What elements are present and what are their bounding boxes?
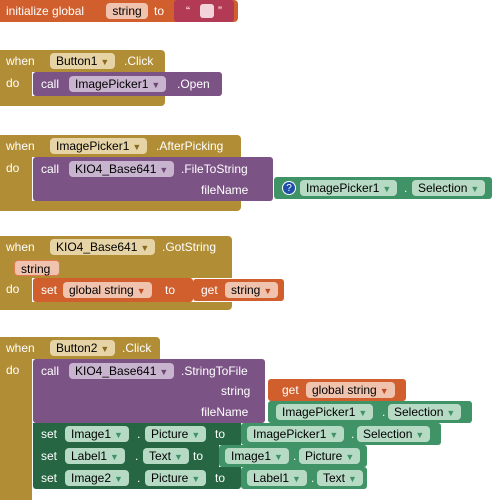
call-block[interactable]: call ImagePicker1 ▼ .Open (33, 72, 222, 96)
picker-selection-getter[interactable]: ? ImagePicker1 ▼ . Selection ▼ (274, 177, 492, 199)
do-label: do (6, 363, 20, 377)
dot-label: . (135, 449, 139, 463)
call-stringtofile-block[interactable]: call KIO4_Base641 ▼ .StringToFile string … (33, 359, 265, 423)
component-dropdown[interactable]: Button2 ▼ (50, 340, 116, 356)
when-label: when (6, 54, 35, 68)
dot-label: . (351, 427, 355, 441)
component-dropdown[interactable]: Image1 ▼ (225, 448, 289, 464)
text-input-field[interactable] (200, 4, 214, 18)
global-to-label: to (154, 4, 165, 18)
call-label: call (41, 364, 60, 378)
global-init-label: initialize global (6, 4, 85, 18)
to-label: to (215, 427, 226, 441)
when-label: when (6, 341, 35, 355)
close-quote: ” (218, 4, 222, 18)
to-label: to (193, 449, 204, 463)
param-filename-label: fileName (201, 405, 249, 419)
property-dropdown[interactable]: Selection ▼ (357, 426, 431, 442)
param-string-label: string (221, 384, 251, 398)
set-label: set (41, 471, 58, 485)
call-block[interactable]: call KIO4_Base641 ▼ .FileToString fileNam… (33, 157, 273, 201)
target-dropdown[interactable]: ImagePicker1 ▼ (69, 76, 167, 92)
property-dropdown[interactable]: Text ▼ (317, 470, 363, 486)
dot-label: . (293, 449, 297, 463)
set-image2-picture[interactable]: set Image2 ▼ . Picture ▼ to (33, 467, 241, 489)
event-button1-click[interactable]: when Button1 ▼ .Click do call ImagePicker… (0, 50, 222, 106)
variable-dropdown[interactable]: string ▼ (225, 282, 279, 298)
call-label: call (41, 162, 60, 176)
method-label: .Open (177, 77, 210, 91)
global-init-block[interactable]: initialize global string to “ ” (0, 0, 238, 22)
to-label: to (215, 471, 226, 485)
global-name-field[interactable]: string (106, 3, 148, 19)
variable-dropdown[interactable]: global string ▼ (63, 282, 152, 298)
property-dropdown[interactable]: Picture ▼ (299, 448, 361, 464)
component-dropdown[interactable]: Button1 ▼ (50, 53, 116, 69)
dot-label: . (382, 405, 386, 419)
component-dropdown[interactable]: ImagePicker1 ▼ (276, 404, 374, 420)
method-label: .FileToString (181, 162, 248, 176)
do-label: do (6, 161, 20, 175)
value-getter[interactable]: ImagePicker1 ▼ . Selection ▼ (241, 423, 441, 445)
when-label: when (6, 240, 35, 254)
when-label: when (6, 139, 35, 153)
call-label: call (41, 77, 60, 91)
value-getter[interactable]: Image1 ▼ . Picture ▼ (219, 445, 367, 467)
component-dropdown[interactable]: Label1 ▼ (65, 448, 125, 464)
target-dropdown[interactable]: KIO4_Base641 ▼ (69, 363, 175, 379)
empty-text-block[interactable]: “ ” (174, 0, 234, 22)
event-label: .Click (124, 54, 154, 68)
event-label: .AfterPicking (156, 139, 224, 153)
component-dropdown[interactable]: ImagePicker1 ▼ (50, 138, 148, 154)
component-dropdown[interactable]: Label1 ▼ (247, 470, 307, 486)
set-label: set (41, 449, 58, 463)
set-global-block[interactable]: set global string ▼ to (33, 278, 193, 302)
set-label: set (41, 427, 58, 441)
open-quote: “ (186, 4, 190, 18)
to-label: to (165, 283, 176, 297)
do-label: do (6, 76, 20, 90)
get-label: get (282, 383, 299, 397)
component-dropdown[interactable]: Image1 ▼ (65, 426, 129, 442)
event-label: .GotString (162, 240, 217, 254)
property-dropdown[interactable]: Picture ▼ (145, 426, 207, 442)
event-kio4-gotstring[interactable]: when KIO4_Base641 ▼ .GotString string do … (0, 236, 284, 310)
component-dropdown[interactable]: ImagePicker1 ▼ (300, 180, 398, 196)
property-dropdown[interactable]: Selection ▼ (388, 404, 462, 420)
property-dropdown[interactable]: Selection ▼ (412, 180, 486, 196)
property-dropdown[interactable]: Picture ▼ (145, 470, 207, 486)
picker-selection-getter[interactable]: ImagePicker1 ▼ . Selection ▼ (268, 401, 472, 423)
event-parameter[interactable]: string (14, 260, 60, 276)
get-label: get (201, 283, 218, 297)
set-label1-text[interactable]: set Label1 ▼ . Text ▼ to (33, 445, 219, 467)
value-getter[interactable]: Label1 ▼ . Text ▼ (241, 467, 367, 489)
component-dropdown[interactable]: KIO4_Base641 ▼ (50, 239, 156, 255)
get-variable-block[interactable]: get string ▼ (193, 279, 284, 301)
event-label: .Click (122, 341, 152, 355)
do-label: do (6, 282, 20, 296)
component-dropdown[interactable]: Image2 ▼ (65, 470, 129, 486)
get-global-string-block[interactable]: get global string ▼ (268, 379, 406, 401)
dot-label: . (311, 471, 315, 485)
target-dropdown[interactable]: KIO4_Base641 ▼ (69, 161, 175, 177)
set-image1-picture[interactable]: set Image1 ▼ . Picture ▼ to (33, 423, 241, 445)
dot-label: . (404, 181, 408, 195)
dot-label: . (137, 427, 141, 441)
set-label: set (41, 283, 58, 297)
method-label: .StringToFile (181, 364, 248, 378)
component-dropdown[interactable]: ImagePicker1 ▼ (247, 426, 345, 442)
help-icon[interactable]: ? (282, 181, 296, 195)
property-dropdown[interactable]: Text ▼ (143, 448, 189, 464)
param-label: fileName (201, 183, 249, 197)
variable-dropdown[interactable]: global string ▼ (306, 382, 395, 398)
event-imagepicker1-afterpicking[interactable]: when ImagePicker1 ▼ .AfterPicking do call… (0, 135, 492, 211)
dot-label: . (137, 471, 141, 485)
